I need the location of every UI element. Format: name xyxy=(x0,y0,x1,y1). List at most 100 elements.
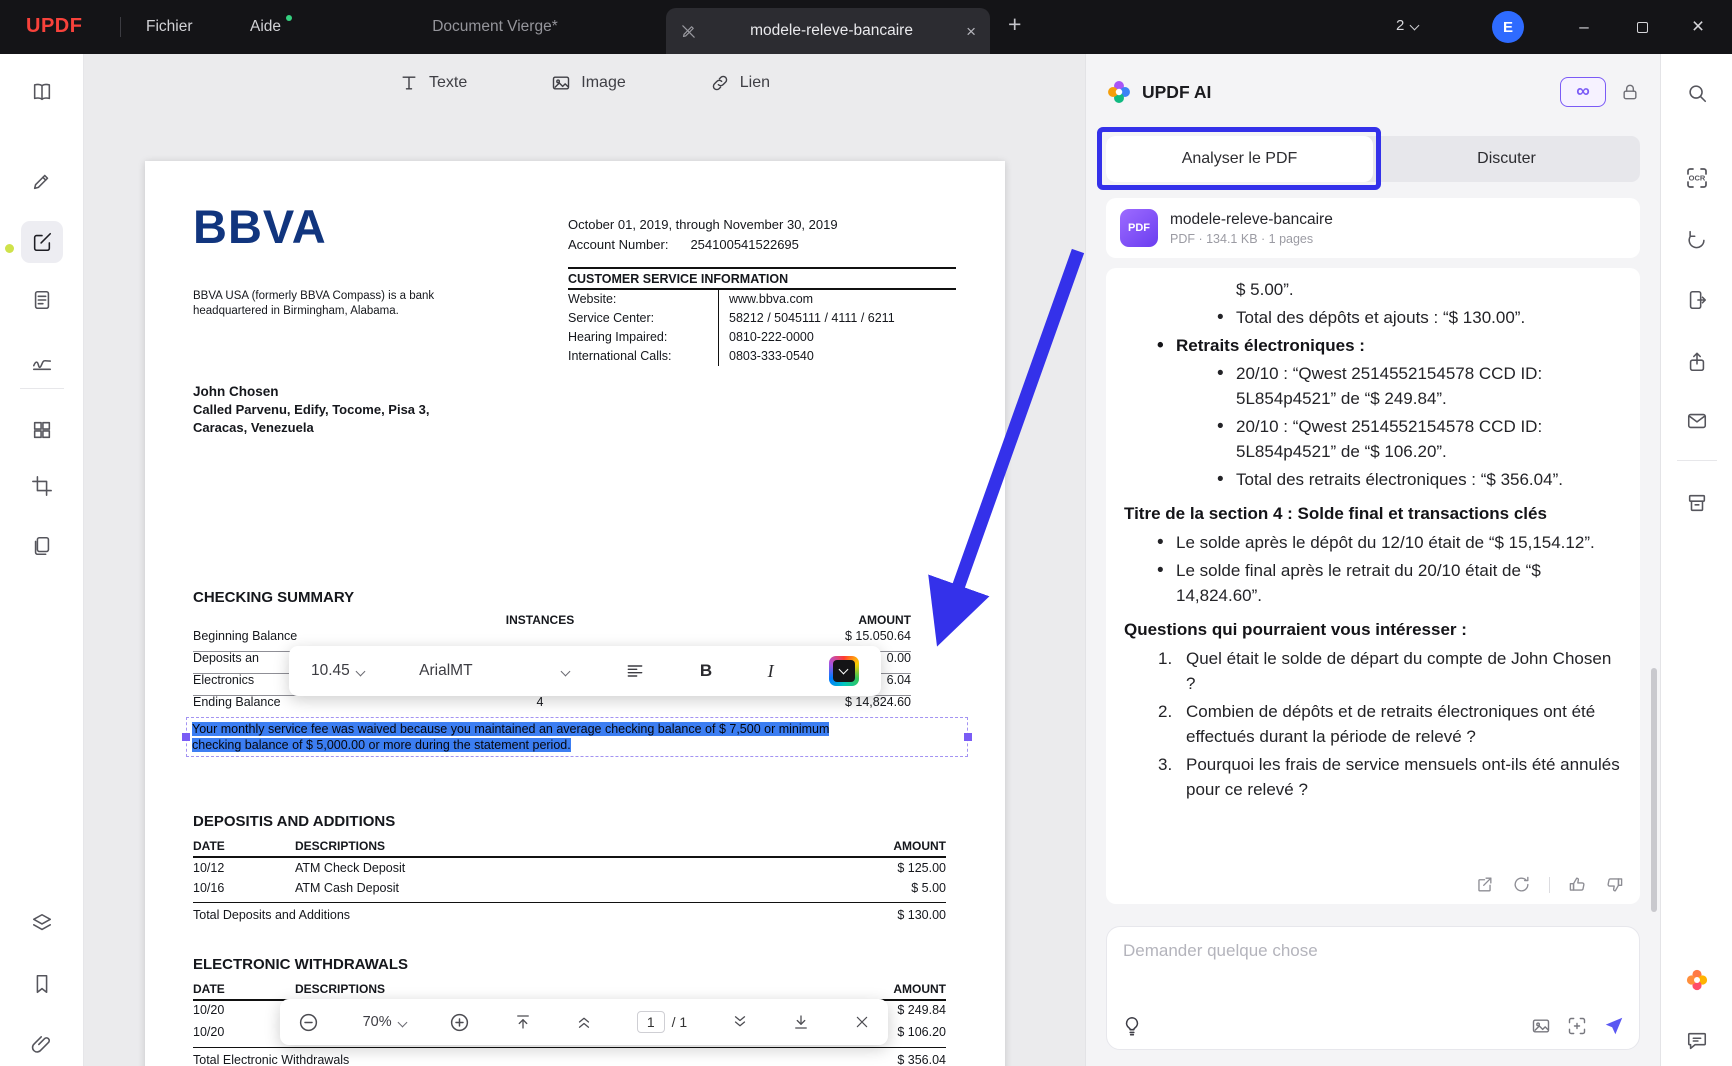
panel-scrollbar[interactable] xyxy=(1651,668,1657,912)
ai-response-card: $ 5.00”. Total des dépôts et ajouts : “$… xyxy=(1106,268,1640,904)
sidebar-layers-button[interactable] xyxy=(21,902,63,944)
page-count-label: / 1 xyxy=(671,1014,688,1030)
minimize-button[interactable]: – xyxy=(1562,0,1606,54)
suggestions-button[interactable] xyxy=(1121,1015,1143,1037)
tab-count-dropdown[interactable]: 2 xyxy=(1396,17,1420,34)
lock-button[interactable] xyxy=(1620,82,1640,102)
close-window-button[interactable]: × xyxy=(1676,0,1720,54)
unlimited-mode-button[interactable]: ∞ xyxy=(1560,77,1606,107)
send-button[interactable] xyxy=(1603,1015,1625,1037)
sidebar-sign-button[interactable] xyxy=(21,341,63,383)
selection-handle-left[interactable] xyxy=(182,733,190,741)
share-button[interactable] xyxy=(1676,341,1718,383)
text-selection-box[interactable]: Your monthly service fee was waived beca… xyxy=(182,717,972,757)
thumbs-up-button[interactable] xyxy=(1568,875,1587,894)
screenshot-button[interactable] xyxy=(1567,1016,1587,1036)
selection-handle-right[interactable] xyxy=(964,733,972,741)
deposit-row: 10/12 ATM Check Deposit $ 125.00 xyxy=(145,861,1005,881)
previous-page-button[interactable] xyxy=(575,1013,593,1031)
share-icon xyxy=(1689,352,1704,372)
insert-link-button[interactable]: Lien xyxy=(710,73,770,93)
close-tab-icon[interactable]: × xyxy=(966,23,976,40)
text-icon xyxy=(402,76,416,90)
sidebar-organize-pages-button[interactable] xyxy=(21,409,63,451)
comments-panel-button[interactable] xyxy=(1676,1020,1718,1062)
cs-row-value: 0810-222-0000 xyxy=(718,328,956,347)
insert-image-button[interactable]: Image xyxy=(551,73,626,93)
convert-button[interactable] xyxy=(1676,218,1718,260)
deposit-description: ATM Check Deposit xyxy=(295,861,406,875)
sidebar-bookmarks-button[interactable] xyxy=(21,963,63,1005)
account-number-value: 254100541522695 xyxy=(690,237,799,252)
user-avatar[interactable]: E xyxy=(1492,11,1524,43)
go-to-bottom-icon xyxy=(795,1015,808,1029)
ai-tabs: Analyser le PDF Discuter xyxy=(1106,136,1640,182)
updf-ai-floating-button[interactable] xyxy=(1676,959,1718,1001)
selected-paragraph[interactable]: Your monthly service fee was waived beca… xyxy=(187,718,967,756)
customer-service-table: Website: www.bbva.com Service Center: 58… xyxy=(568,290,956,366)
save-button[interactable] xyxy=(1676,482,1718,524)
sidebar-crop-button[interactable] xyxy=(21,465,63,507)
text-color-button[interactable] xyxy=(828,656,859,686)
response-text: Questions qui pourraient vous intéresser… xyxy=(1124,620,1467,639)
zoom-level-dropdown[interactable]: 70% xyxy=(363,1014,408,1030)
close-toolbar-button[interactable] xyxy=(854,1014,870,1030)
prompt-placeholder: Demander quelque chose xyxy=(1123,941,1318,960)
ai-response-line: 2. Combien de dépôts et de retraits élect… xyxy=(1124,699,1622,749)
tab-document-vierge[interactable]: Document Vierge* xyxy=(400,0,590,54)
col-date: DATE xyxy=(193,839,225,853)
updf-ai-logo-icon xyxy=(1108,81,1130,103)
close-icon xyxy=(856,1016,868,1028)
ai-response-line: Titre de la section 4 : Solde final et t… xyxy=(1124,501,1622,526)
sidebar-reader-button[interactable] xyxy=(21,71,63,113)
zoom-in-button[interactable] xyxy=(449,1012,470,1033)
current-page-input[interactable]: 1 xyxy=(636,1011,665,1033)
next-page-button[interactable] xyxy=(731,1013,749,1031)
mail-button[interactable] xyxy=(1676,400,1718,442)
sidebar-forms-button[interactable] xyxy=(21,279,63,321)
last-page-button[interactable] xyxy=(792,1013,810,1031)
text-align-button[interactable] xyxy=(625,661,645,681)
list-number: 3. xyxy=(1158,755,1173,774)
insert-image-prompt-button[interactable] xyxy=(1531,1016,1551,1036)
tab-discuter[interactable]: Discuter xyxy=(1373,136,1640,182)
new-tab-button[interactable]: + xyxy=(1008,13,1021,36)
ai-prompt-input[interactable]: Demander quelque chose xyxy=(1106,926,1640,1050)
customer-service-title: CUSTOMER SERVICE INFORMATION xyxy=(568,269,956,290)
extract-button[interactable] xyxy=(1676,279,1718,321)
first-page-button[interactable] xyxy=(514,1013,532,1031)
search-button[interactable] xyxy=(1676,72,1718,114)
open-external-button[interactable] xyxy=(1475,875,1494,894)
ai-response-content: $ 5.00”. Total des dépôts et ajouts : “$… xyxy=(1124,277,1622,802)
tab-analyser-le-pdf[interactable]: Analyser le PDF xyxy=(1106,136,1373,182)
tab-modele-releve-bancaire[interactable]: modele-releve-bancaire × xyxy=(666,8,990,54)
ocr-button[interactable]: OCR xyxy=(1676,157,1718,199)
bold-button[interactable]: B xyxy=(700,661,712,681)
pdf-file-icon: PDF xyxy=(1120,209,1158,247)
sidebar-comment-button[interactable] xyxy=(21,160,63,202)
attached-file-card[interactable]: PDF modele-releve-bancaire PDF · 134.1 K… xyxy=(1106,198,1640,258)
regenerate-button[interactable] xyxy=(1512,875,1531,894)
font-family-dropdown[interactable]: ArialMT xyxy=(419,662,571,680)
thumbs-down-button[interactable] xyxy=(1605,875,1624,894)
thumbs-down-icon xyxy=(1607,878,1623,892)
italic-button[interactable]: I xyxy=(768,661,774,682)
deposits-total-rule xyxy=(193,902,946,903)
zoom-out-button[interactable] xyxy=(298,1012,319,1033)
menu-fichier[interactable]: Fichier xyxy=(146,0,193,54)
menu-aide[interactable]: Aide xyxy=(250,0,293,54)
sidebar-edit-button[interactable] xyxy=(20,221,63,263)
recipient-address: John Chosen Called Parvenu, Edify, Tocom… xyxy=(193,383,430,437)
sidebar-attachments-button[interactable] xyxy=(21,1023,63,1065)
checking-summary-title: CHECKING SUMMARY xyxy=(193,589,355,606)
response-text: Le solde après le dépôt du 12/10 était d… xyxy=(1176,533,1595,552)
convert-sync-icon xyxy=(1687,230,1705,249)
page-indicator[interactable]: 1 / 1 xyxy=(636,1011,688,1033)
send-icon xyxy=(1605,1017,1623,1035)
font-size-dropdown[interactable]: 10.45 xyxy=(311,662,366,680)
sidebar-page-tools-button[interactable] xyxy=(21,525,63,567)
external-link-icon xyxy=(1478,877,1492,892)
color-swatch xyxy=(832,660,855,682)
insert-text-button[interactable]: Texte xyxy=(399,73,467,93)
maximize-button[interactable] xyxy=(1620,0,1664,54)
